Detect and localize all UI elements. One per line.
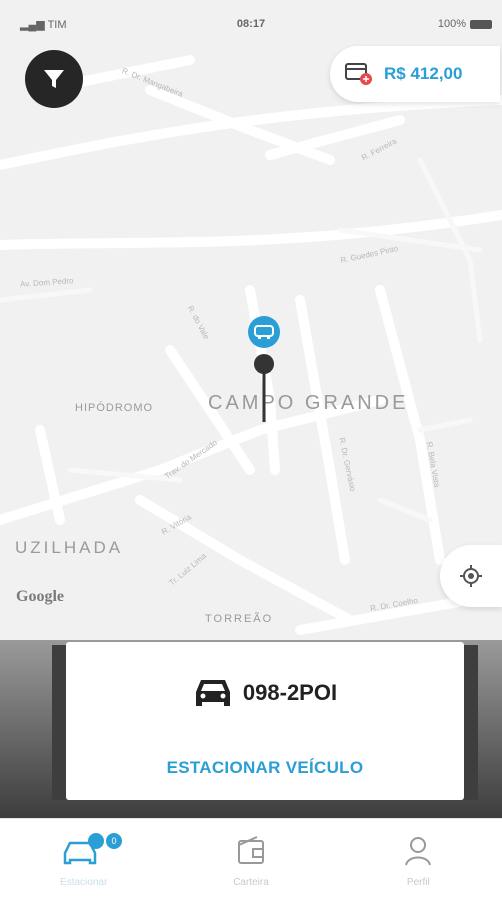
area-label: TORREÃO: [205, 613, 274, 625]
tab-wallet[interactable]: Carteira: [167, 819, 334, 903]
crosshair-icon: [460, 565, 482, 587]
status-bar: ▂▄▆ TIM 08:17 100%: [0, 0, 502, 50]
park-badge: 0: [106, 833, 122, 849]
wallet-balance-button[interactable]: R$ 412,00: [330, 46, 500, 102]
car-icon: [195, 680, 230, 706]
tab-park-label: Estacionar: [60, 877, 108, 888]
tab-park[interactable]: 0 Estacionar: [0, 819, 167, 903]
car-tab-icon: [63, 833, 104, 865]
tab-wallet-label: Carteira: [233, 877, 269, 888]
card-edge-left: [52, 645, 66, 800]
vehicle-card: 098-2POI ESTACIONAR VEÍCULO: [66, 642, 464, 800]
balance-amount: R$ 412,00: [384, 64, 463, 83]
battery-indicator: 100%: [438, 18, 492, 30]
user-icon: [405, 837, 432, 866]
credit-card-add-icon: [345, 63, 372, 85]
google-logo: Google: [16, 588, 64, 605]
filter-icon: [44, 70, 64, 88]
bottom-tab-bar: 0 Estacionar Carteira Perfil: [0, 818, 502, 903]
park-vehicle-button[interactable]: ESTACIONAR VEÍCULO: [66, 758, 464, 778]
tab-profile[interactable]: Perfil: [335, 819, 502, 903]
status-time: 08:17: [236, 18, 266, 30]
area-label: CAMPO GRANDE: [208, 392, 409, 414]
my-location-button[interactable]: [440, 545, 502, 607]
battery-icon: [470, 19, 492, 29]
wallet-icon: [237, 836, 264, 864]
filter-button[interactable]: [25, 50, 83, 108]
area-label: HIPÓDROMO: [75, 402, 154, 414]
license-plate: 098-2POI: [242, 680, 338, 705]
vehicle-info: 098-2POI: [66, 676, 464, 710]
tab-profile-label: Perfil: [406, 877, 430, 888]
card-edge-right: [464, 645, 478, 800]
vehicle-location-pin[interactable]: [244, 312, 288, 429]
area-label: UZILHADA: [15, 538, 124, 557]
